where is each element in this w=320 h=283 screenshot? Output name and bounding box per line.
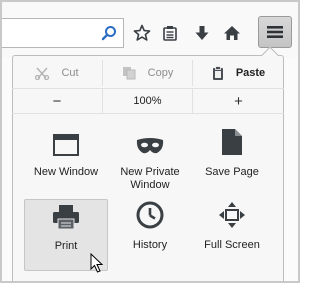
zoom-in-button[interactable]: + (192, 89, 284, 113)
save-page-icon (221, 128, 243, 160)
cut-label: Cut (61, 67, 79, 79)
print-label: Print (54, 240, 78, 252)
full-screen-button[interactable]: Full Screen (190, 199, 274, 271)
printer-icon (52, 204, 80, 234)
cut-button[interactable]: Cut (12, 60, 102, 86)
zoom-out-button[interactable]: − (12, 89, 102, 113)
mouse-cursor-icon (90, 252, 104, 278)
edit-controls: Cut Copy Paste (12, 60, 284, 86)
history-clock-icon (136, 201, 164, 233)
scissors-icon (35, 66, 50, 80)
save-page-label: Save Page (205, 166, 259, 178)
home-icon[interactable] (218, 18, 246, 48)
new-window-button[interactable]: New Window (24, 126, 108, 198)
full-screen-label: Full Screen (204, 239, 260, 251)
copy-label: Copy (147, 67, 174, 79)
zoom-reset-button[interactable]: 100% (102, 89, 192, 113)
history-button[interactable]: History (108, 199, 192, 271)
clipboard-icon (212, 65, 224, 81)
paste-label: Paste (235, 67, 266, 79)
zoom-controls: − 100% + (12, 88, 284, 114)
hamburger-menu-icon[interactable] (258, 16, 292, 48)
fullscreen-icon (218, 201, 246, 233)
star-icon[interactable] (128, 18, 156, 48)
save-page-button[interactable]: Save Page (190, 126, 274, 198)
url-bar[interactable] (2, 18, 124, 48)
new-private-window-button[interactable]: New Private Window (108, 126, 192, 198)
download-icon[interactable] (188, 18, 216, 48)
copy-button[interactable]: Copy (102, 60, 192, 86)
navigation-toolbar (2, 2, 298, 58)
new-window-icon (53, 134, 79, 160)
reading-list-icon[interactable] (156, 18, 184, 48)
history-label: History (132, 239, 168, 251)
copy-icon (122, 66, 136, 80)
new-window-label: New Window (33, 166, 99, 178)
paste-button[interactable]: Paste (192, 60, 284, 86)
search-icon[interactable] (101, 25, 117, 41)
new-private-window-label: New Private Window (120, 166, 180, 191)
private-mask-icon (135, 136, 165, 160)
